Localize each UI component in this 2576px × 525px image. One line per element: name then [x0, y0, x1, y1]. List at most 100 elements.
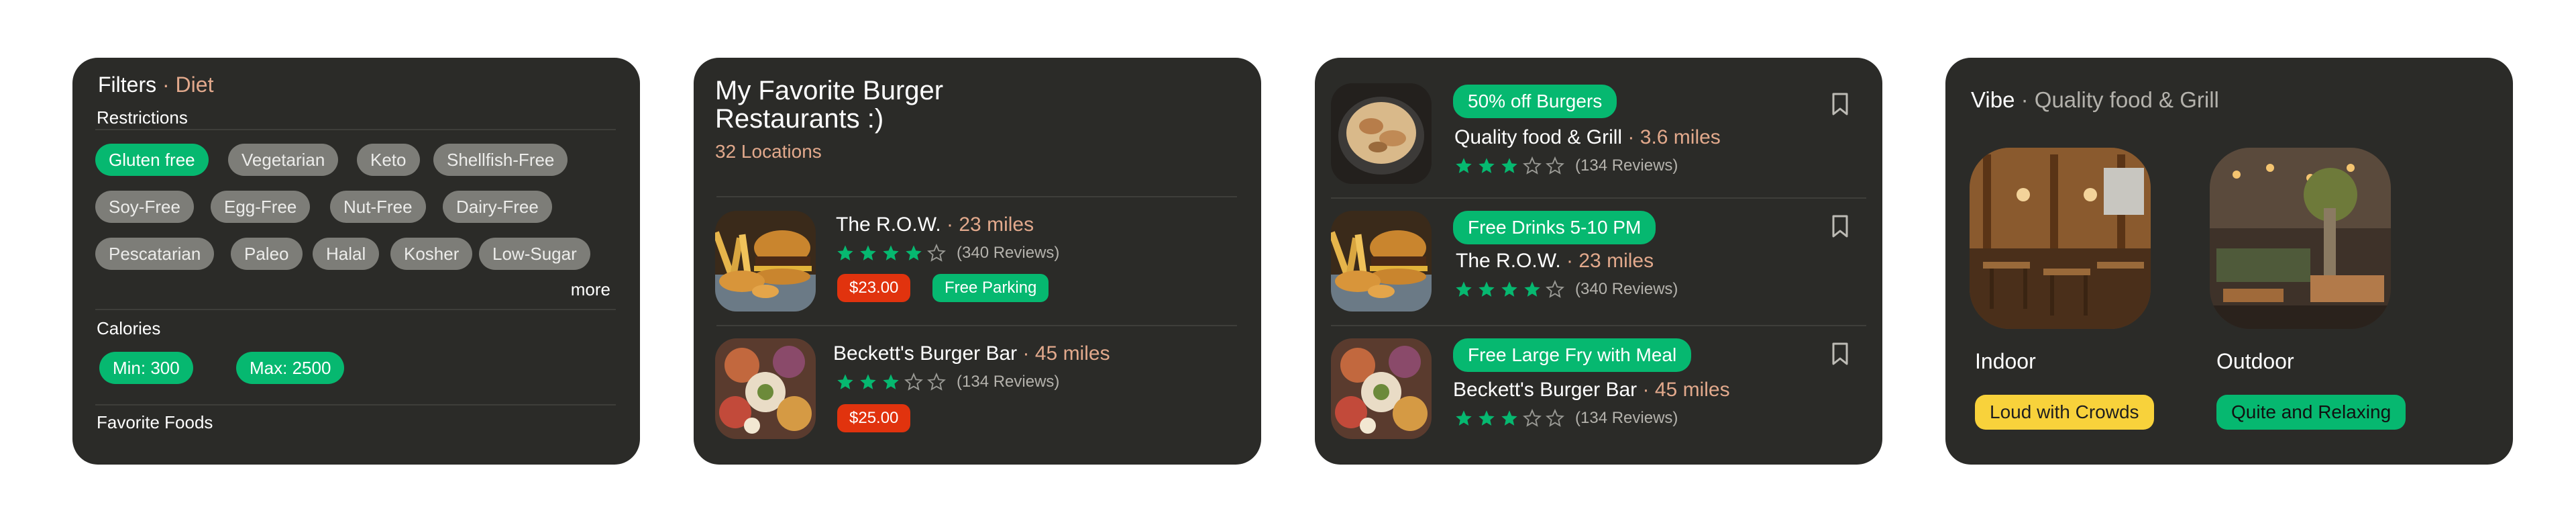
diet-pill-gluten-free[interactable]: Gluten free — [95, 144, 209, 176]
calories-label: Calories — [97, 318, 161, 338]
vibe-chip-quiet[interactable]: Quite and Relaxing — [2216, 395, 2406, 430]
vibe-heading: Vibe · Quality food & Grill — [1971, 87, 2219, 113]
restrictions-label: Restrictions — [97, 107, 188, 128]
star-icon — [1546, 280, 1564, 299]
restaurant-name[interactable]: Quality food & Grill · 3.6 miles — [1454, 126, 1721, 149]
deal-badge[interactable]: Free Drinks 5-10 PM — [1453, 211, 1656, 244]
star-icon — [1477, 409, 1496, 428]
restaurant-thumbnail[interactable] — [1331, 211, 1432, 312]
vibe-separator: · — [2015, 87, 2035, 112]
diet-pill-shellfish-free[interactable]: Shellfish-Free — [433, 144, 568, 176]
diet-pill-nut-free[interactable]: Nut-Free — [330, 191, 426, 223]
star-icon — [881, 373, 900, 391]
diet-pill-halal[interactable]: Halal — [313, 238, 380, 270]
calorie-min-pill[interactable]: Min: 300 — [99, 352, 193, 384]
indoor-photo[interactable] — [1970, 148, 2151, 329]
vibe-card: Vibe · Quality food & Grill Indoor Loud … — [1945, 58, 2513, 465]
favorite-foods-label[interactable]: Favorite Foods — [97, 412, 213, 433]
list-title: My Favorite Burger Restaurants :) — [715, 76, 944, 134]
indoor-label: Indoor — [1975, 349, 2036, 373]
star-icon — [927, 244, 946, 262]
rating-stars: (134 Reviews) — [1454, 156, 1678, 176]
review-count: (134 Reviews) — [957, 373, 1060, 391]
rating-stars: (340 Reviews) — [1454, 279, 1678, 299]
filters-title: Filters — [98, 73, 157, 97]
deal-badge[interactable]: 50% off Burgers — [1453, 85, 1617, 118]
divider — [1331, 325, 1866, 326]
star-icon — [904, 373, 923, 391]
diet-pill-pescatarian[interactable]: Pescatarian — [95, 238, 215, 270]
deal-badge[interactable]: Free Large Fry with Meal — [1453, 338, 1692, 372]
more-link[interactable]: more — [571, 279, 610, 300]
divider — [95, 309, 616, 310]
vibe-chip-loud[interactable]: Loud with Crowds — [1975, 395, 2154, 430]
rating-stars: (134 Reviews) — [1454, 408, 1678, 428]
star-icon — [836, 244, 855, 262]
bookmark-icon[interactable] — [1831, 342, 1849, 365]
bookmark-icon[interactable] — [1831, 215, 1849, 238]
restaurant-name[interactable]: Beckett's Burger Bar · 45 miles — [833, 342, 1110, 365]
outdoor-photo[interactable] — [2210, 148, 2391, 329]
burger-list-card: My Favorite Burger Restaurants :) 32 Loc… — [694, 58, 1261, 465]
divider — [716, 196, 1237, 197]
divider — [95, 129, 616, 130]
outdoor-label: Outdoor — [2216, 349, 2294, 373]
divider — [95, 404, 616, 405]
diet-pill-paleo[interactable]: Paleo — [231, 238, 303, 270]
review-count: (134 Reviews) — [1575, 156, 1678, 175]
review-count: (134 Reviews) — [1575, 409, 1678, 427]
star-icon — [859, 373, 877, 391]
star-icon — [859, 244, 877, 262]
bookmark-icon[interactable] — [1831, 93, 1849, 115]
diet-pill-dairy-free[interactable]: Dairy-Free — [443, 191, 552, 223]
star-icon — [1546, 409, 1564, 428]
star-icon — [1523, 156, 1542, 175]
calorie-max-pill[interactable]: Max: 2500 — [236, 352, 345, 384]
vibe-title: Vibe — [1971, 87, 2015, 112]
restaurant-name[interactable]: The R.O.W. · 23 miles — [1456, 250, 1654, 273]
star-icon — [927, 373, 946, 391]
filters-subtitle: Diet — [175, 73, 214, 97]
restaurant-thumbnail[interactable] — [1331, 83, 1432, 184]
diet-pill-low-sugar[interactable]: Low-Sugar — [479, 238, 590, 270]
star-icon — [881, 244, 900, 262]
diet-pill-kosher[interactable]: Kosher — [390, 238, 473, 270]
star-icon — [1500, 156, 1519, 175]
star-icon — [1500, 409, 1519, 428]
restaurant-thumbnail[interactable] — [715, 211, 816, 312]
star-icon — [1523, 280, 1542, 299]
filters-separator: · — [156, 73, 176, 97]
restaurant-name[interactable]: Beckett's Burger Bar · 45 miles — [1453, 379, 1730, 401]
diet-pill-keto[interactable]: Keto — [357, 144, 420, 176]
divider — [1331, 197, 1866, 199]
rating-stars: (134 Reviews) — [836, 372, 1059, 392]
star-icon — [1523, 409, 1542, 428]
star-icon — [1454, 156, 1473, 175]
location-count: 32 Locations — [715, 141, 822, 162]
deals-card: 50% off Burgers Quality food & Grill · 3… — [1315, 58, 1882, 465]
rating-stars: (340 Reviews) — [836, 243, 1059, 263]
star-icon — [1500, 280, 1519, 299]
price-tag: $23.00 — [837, 274, 911, 302]
free-parking-tag: Free Parking — [932, 274, 1049, 302]
star-icon — [1546, 156, 1564, 175]
star-icon — [836, 373, 855, 391]
divider — [716, 325, 1237, 326]
diet-pill-soy-free[interactable]: Soy-Free — [95, 191, 194, 223]
review-count: (340 Reviews) — [957, 244, 1060, 262]
star-icon — [1454, 280, 1473, 299]
price-tag: $25.00 — [837, 404, 911, 432]
filters-card: Filters · Diet Restrictions Gluten free … — [72, 58, 640, 465]
star-icon — [1477, 156, 1496, 175]
restaurant-name[interactable]: The R.O.W. · 23 miles — [836, 213, 1034, 236]
review-count: (340 Reviews) — [1575, 280, 1678, 298]
star-icon — [1477, 280, 1496, 299]
vibe-restaurant-name: Quality food & Grill — [2034, 87, 2219, 112]
star-icon — [904, 244, 923, 262]
restaurant-thumbnail[interactable] — [1331, 338, 1432, 439]
filters-heading: Filters · Diet — [98, 73, 213, 97]
star-icon — [1454, 409, 1473, 428]
diet-pill-vegetarian[interactable]: Vegetarian — [228, 144, 339, 176]
restaurant-thumbnail[interactable] — [715, 338, 816, 439]
diet-pill-egg-free[interactable]: Egg-Free — [211, 191, 311, 223]
